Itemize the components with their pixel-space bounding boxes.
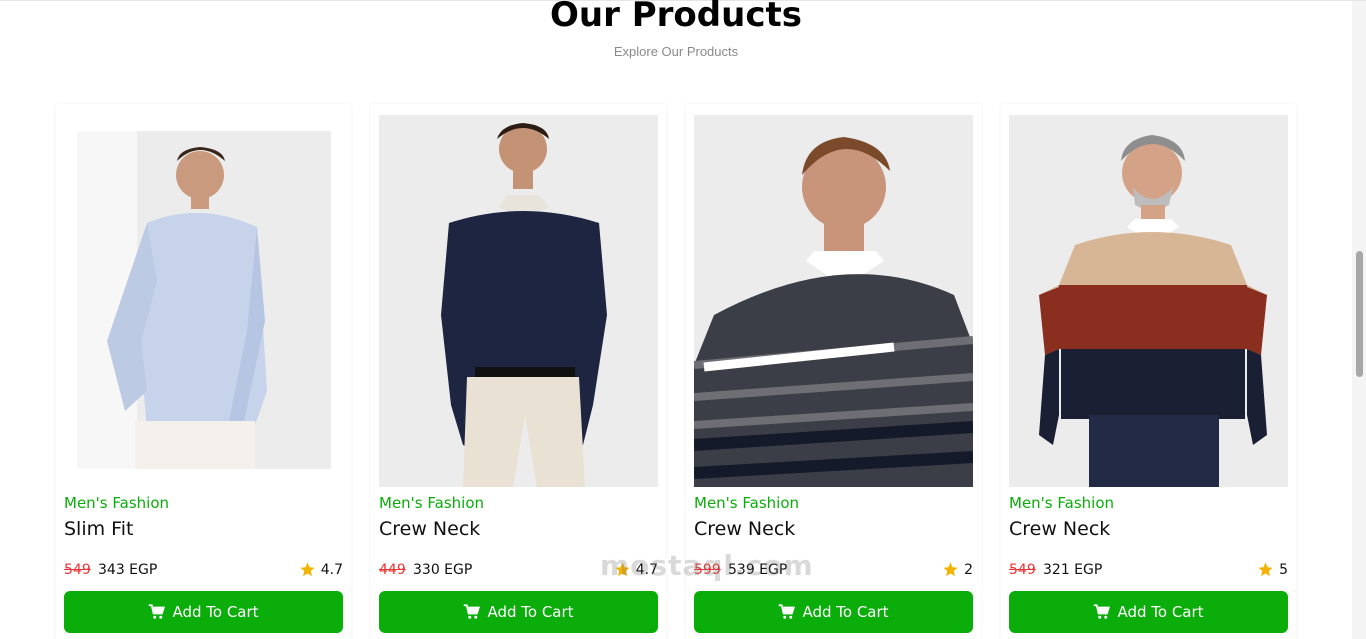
product-price: 321 EGP: [1043, 562, 1103, 578]
product-rating: 2: [942, 561, 973, 578]
product-price: 330 EGP: [413, 562, 473, 578]
section-title: Our Products: [550, 0, 802, 35]
star-icon: [943, 562, 958, 577]
cart-icon: [149, 604, 166, 619]
add-to-cart-label: Add To Cart: [172, 603, 259, 621]
cart-icon: [464, 604, 481, 619]
product-old-price: 549: [64, 562, 91, 578]
product-image[interactable]: [1009, 115, 1288, 487]
vertical-scrollbar[interactable]: [1352, 1, 1366, 639]
rating-value: 2: [964, 561, 973, 578]
product-name[interactable]: Crew Neck: [1009, 518, 1110, 540]
product-photo-crew-neck-navy: [379, 115, 658, 487]
product-old-price: 449: [379, 562, 406, 578]
product-category[interactable]: Men's Fashion: [379, 494, 484, 512]
product-category[interactable]: Men's Fashion: [1009, 494, 1114, 512]
product-category[interactable]: Men's Fashion: [64, 494, 169, 512]
product-old-price: 549: [1009, 562, 1036, 578]
product-photo-crew-neck-striped: [694, 115, 973, 487]
watermark: mostaql.com: [600, 549, 814, 582]
add-to-cart-button[interactable]: Add To Cart: [1009, 591, 1288, 633]
cart-icon: [1094, 604, 1111, 619]
product-name[interactable]: Crew Neck: [694, 518, 795, 540]
product-card[interactable]: Men's Fashion Slim Fit 549 343 EGP 4.7 A…: [56, 104, 351, 639]
product-card[interactable]: Men's Fashion Crew Neck 549 321 EGP 5 Ad…: [1001, 104, 1296, 639]
cart-icon: [779, 604, 796, 619]
add-to-cart-label: Add To Cart: [1117, 603, 1204, 621]
product-image[interactable]: [77, 131, 331, 469]
rating-value: 4.7: [320, 561, 343, 578]
product-image[interactable]: [694, 115, 973, 487]
star-icon: [1258, 562, 1273, 577]
product-name[interactable]: Crew Neck: [379, 518, 480, 540]
add-to-cart-button[interactable]: Add To Cart: [379, 591, 658, 633]
add-to-cart-button[interactable]: Add To Cart: [64, 591, 343, 633]
product-name[interactable]: Slim Fit: [64, 518, 133, 540]
add-to-cart-label: Add To Cart: [487, 603, 574, 621]
products-page: Our Products Explore Our Products Men's …: [0, 0, 1366, 639]
product-price: 343 EGP: [98, 562, 158, 578]
scrollbar-thumb[interactable]: [1356, 251, 1363, 377]
section-subtitle: Explore Our Products: [613, 44, 739, 59]
add-to-cart-button[interactable]: Add To Cart: [694, 591, 973, 633]
star-icon: [300, 562, 315, 577]
product-category[interactable]: Men's Fashion: [694, 494, 799, 512]
add-to-cart-label: Add To Cart: [802, 603, 889, 621]
rating-value: 5: [1279, 561, 1288, 578]
product-rating: 5: [1257, 561, 1288, 578]
product-photo-slim-fit: [77, 131, 331, 469]
product-image[interactable]: [379, 115, 658, 487]
product-photo-crew-neck-colorblock: [1009, 115, 1288, 487]
product-rating: 4.7: [299, 561, 343, 578]
